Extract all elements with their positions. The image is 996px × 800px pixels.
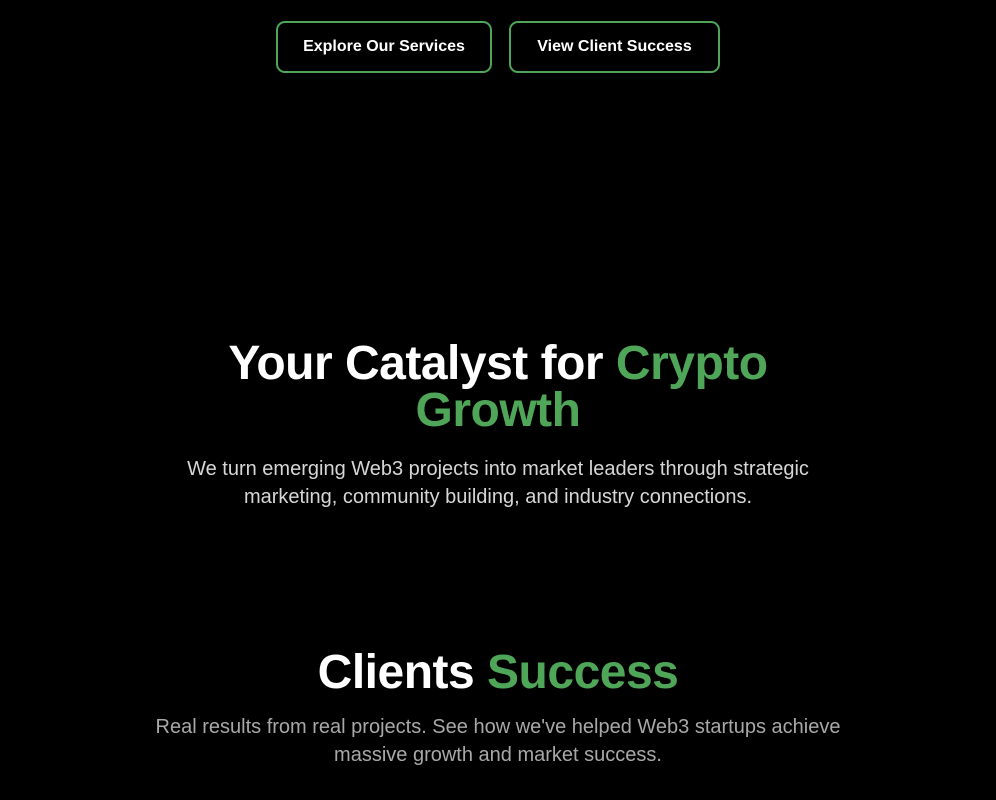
clients-success-title: Clients Success <box>0 644 996 702</box>
hero-title: Your Catalyst for Crypto Growth <box>178 337 818 435</box>
hero-title-main: Your Catalyst for <box>228 337 616 390</box>
hero-subtitle: We turn emerging Web3 projects into mark… <box>187 458 809 508</box>
hero-actions: Explore Our Services View Client Success <box>0 21 996 73</box>
view-client-success-button[interactable]: View Client Success <box>509 21 720 73</box>
clients-success-section: Clients Success Real results from real p… <box>0 644 996 769</box>
clients-title-main: Clients <box>317 646 488 699</box>
clients-success-subtitle: Real results from real projects. See how… <box>155 716 841 766</box>
hero-section: Your Catalyst for Crypto Growth We turn … <box>0 340 996 511</box>
clients-title-accent: Success <box>487 646 679 699</box>
page: Explore Our Services View Client Success… <box>0 0 996 800</box>
explore-services-button[interactable]: Explore Our Services <box>276 21 492 73</box>
